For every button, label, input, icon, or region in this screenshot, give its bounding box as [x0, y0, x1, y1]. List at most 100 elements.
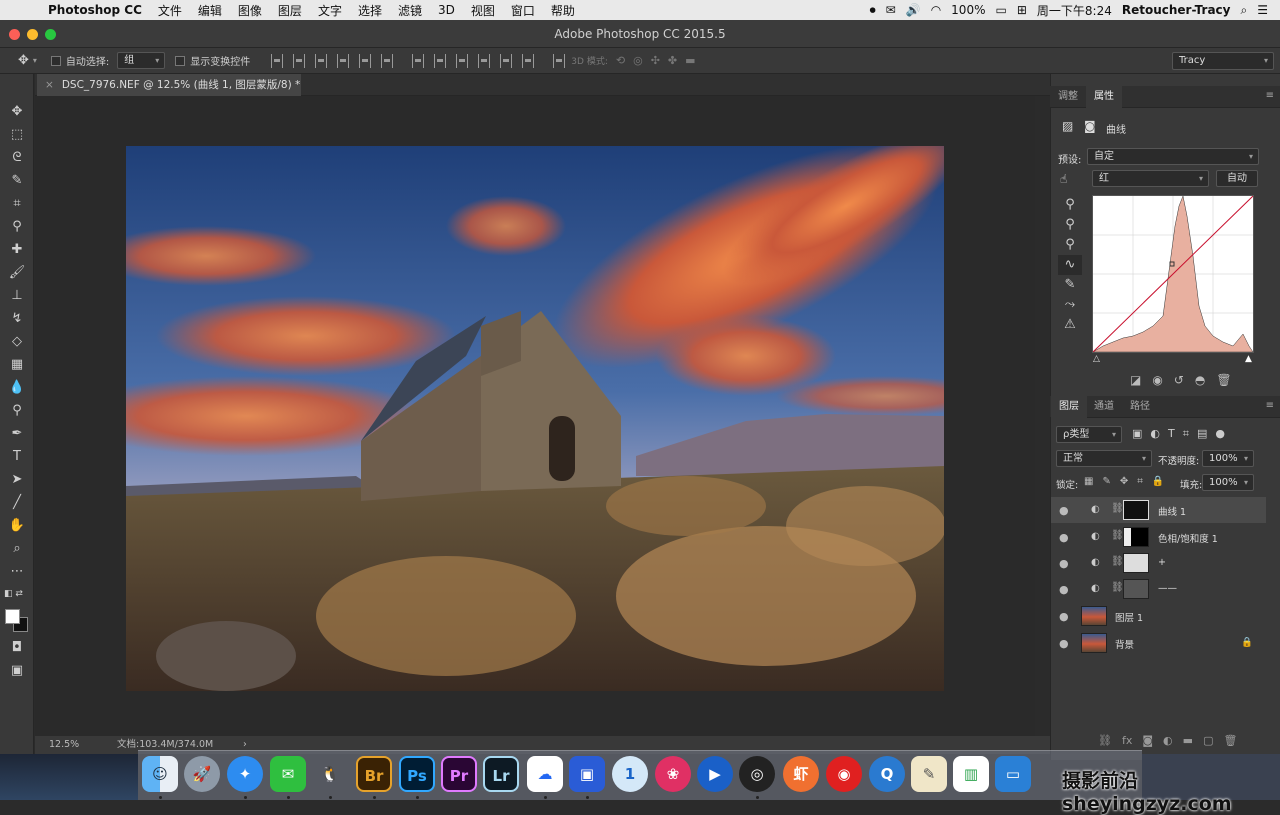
align-vcenter-icon[interactable]	[293, 53, 306, 68]
lock-all-icon[interactable]: 🔒	[1152, 476, 1164, 487]
distribute-bottom-icon[interactable]	[456, 53, 469, 68]
launchpad-icon[interactable]: 🚀	[184, 756, 220, 792]
layer-thumbnail[interactable]	[1081, 606, 1107, 626]
tab-paths[interactable]: 路径	[1130, 396, 1150, 418]
auto-button[interactable]: 自动	[1216, 170, 1258, 187]
menu-window[interactable]: 窗口	[511, 2, 535, 19]
pen-tool-icon[interactable]: ✒	[0, 422, 34, 445]
tab-layers[interactable]: 图层	[1051, 396, 1087, 418]
lock-image-icon[interactable]: ✎	[1102, 476, 1110, 487]
layer-mask-thumbnail[interactable]	[1123, 527, 1149, 547]
delete-adjustment-icon[interactable]: 🗑	[1216, 373, 1231, 387]
safari-icon[interactable]: ✦	[227, 756, 263, 792]
visibility-eye-icon[interactable]: ●	[1059, 610, 1069, 623]
crop-tool-icon[interactable]: ⌗	[0, 192, 34, 215]
align-hcenter-icon[interactable]	[359, 53, 372, 68]
zoom-tool-icon[interactable]: ⌕	[0, 537, 34, 560]
line-tool-icon[interactable]: ╱	[0, 491, 34, 514]
zoom-level[interactable]: 12.5%	[49, 736, 79, 754]
distribute-hcenter-icon[interactable]	[500, 53, 513, 68]
new-adjustment-icon[interactable]: ◐	[1163, 734, 1173, 747]
menu-image[interactable]: 图像	[238, 2, 262, 19]
workspace-dropdown[interactable]: Tracy ▾	[1172, 51, 1274, 70]
sample-gray-point-icon[interactable]: ⚲	[1058, 215, 1082, 235]
smooth-curve-icon[interactable]: ⤳	[1058, 295, 1082, 315]
photoshop-icon[interactable]: Ps	[399, 756, 435, 792]
tab-adjustments[interactable]: 调整	[1058, 86, 1078, 108]
close-tab-icon[interactable]: ×	[45, 79, 54, 91]
baidu-netdisk-icon[interactable]: ☁	[527, 756, 563, 792]
layer-mask-thumbnail[interactable]	[1123, 579, 1149, 599]
input-method-icon[interactable]: ⊞	[1017, 3, 1027, 17]
tab-channels[interactable]: 通道	[1094, 396, 1114, 418]
white-point-slider[interactable]: ▲	[1245, 354, 1252, 364]
tab-properties[interactable]: 属性	[1086, 86, 1122, 108]
color-swatches[interactable]	[0, 606, 33, 636]
edit-toolbar-icon[interactable]: ⋯	[0, 560, 34, 583]
layer-row[interactable]: ● 背景 🔒	[1051, 630, 1266, 656]
curves-histogram[interactable]	[1092, 195, 1254, 353]
filter-type-icon[interactable]: T	[1168, 427, 1175, 441]
default-colors-icon[interactable]: ◧ ⇄	[0, 583, 34, 606]
lock-artboard-icon[interactable]: ⌗	[1137, 476, 1143, 487]
panel-menu-icon[interactable]: ≡	[1266, 400, 1274, 411]
screen-mode-icon[interactable]: ▣	[0, 659, 34, 682]
black-point-slider[interactable]: △	[1093, 354, 1100, 364]
layer-name[interactable]: 图层 1	[1115, 610, 1143, 624]
layer-row[interactable]: ● ◐ ⛓ 曲线 1	[1051, 497, 1266, 523]
auto-align-icon[interactable]	[553, 53, 566, 68]
menu-3d[interactable]: 3D	[438, 3, 455, 17]
menu-help[interactable]: 帮助	[551, 2, 575, 19]
edit-points-curve-icon[interactable]: ∿	[1058, 255, 1082, 275]
distribute-right-icon[interactable]	[522, 53, 535, 68]
notification-center-icon[interactable]: ☰	[1257, 3, 1268, 17]
layer-thumbnail[interactable]	[1081, 633, 1107, 653]
brush-tool-icon[interactable]: 🖌	[0, 261, 34, 284]
distribute-left-icon[interactable]	[478, 53, 491, 68]
finder-icon[interactable]: ☺	[142, 756, 178, 792]
3d-roll-icon[interactable]: ◎	[633, 54, 643, 67]
lock-position-icon[interactable]: ✥	[1120, 476, 1128, 487]
filter-smart-object-icon[interactable]: ▤	[1197, 427, 1207, 441]
layer-name[interactable]: ——	[1158, 583, 1177, 594]
visibility-eye-icon[interactable]: ●	[1059, 504, 1069, 517]
add-mask-icon[interactable]: ◙	[1142, 734, 1153, 747]
qq-icon[interactable]: 🐧	[312, 756, 348, 792]
lightroom-icon[interactable]: Lr	[483, 756, 519, 792]
preset-dropdown[interactable]: 自定 ▾	[1087, 148, 1259, 165]
chevron-down-icon[interactable]: ▾	[33, 56, 37, 65]
history-brush-tool-icon[interactable]: ↯	[0, 307, 34, 330]
clipping-warning-icon[interactable]: ⚠	[1058, 315, 1082, 335]
menu-type[interactable]: 文字	[318, 2, 342, 19]
align-top-icon[interactable]	[271, 53, 284, 68]
wechat-icon[interactable]: ✉	[270, 756, 306, 792]
on-image-adjust-icon[interactable]: ☝	[1060, 172, 1067, 186]
channel-dropdown[interactable]: 红 ▾	[1092, 170, 1209, 187]
visibility-icon[interactable]: ◓	[1195, 373, 1205, 387]
wifi-icon[interactable]: ◠	[931, 3, 941, 17]
mask-link-icon[interactable]: ⛓	[1111, 556, 1124, 567]
menu-layer[interactable]: 图层	[278, 2, 302, 19]
menu-app-name[interactable]: Photoshop CC	[48, 3, 142, 17]
filter-pixel-icon[interactable]: ▣	[1132, 427, 1142, 441]
sample-black-point-icon[interactable]: ⚲	[1058, 195, 1082, 215]
menu-edit[interactable]: 编辑	[198, 2, 222, 19]
mask-link-icon[interactable]: ⛓	[1111, 503, 1124, 514]
delete-layer-icon[interactable]: 🗑	[1223, 734, 1237, 747]
reset-icon[interactable]: ↺	[1174, 373, 1184, 387]
menu-filter[interactable]: 滤镜	[398, 2, 422, 19]
davinci-icon[interactable]: ❀	[655, 756, 691, 792]
show-transform-checkbox[interactable]	[175, 55, 186, 66]
xiami-icon[interactable]: 虾	[783, 756, 819, 792]
layer-row[interactable]: ● ◐ ⛓ 色相/饱和度 1	[1051, 524, 1266, 550]
keynote-icon[interactable]: ▭	[995, 756, 1031, 792]
clone-stamp-tool-icon[interactable]: ⊥	[0, 284, 34, 307]
eraser-tool-icon[interactable]: ◇	[0, 330, 34, 353]
battery-icon[interactable]: ▭	[995, 3, 1006, 17]
layer-mask-thumbnail[interactable]	[1123, 500, 1149, 520]
visibility-eye-icon[interactable]: ●	[1059, 583, 1069, 596]
sample-white-point-icon[interactable]: ⚲	[1058, 235, 1082, 255]
volume-icon[interactable]: 🔊	[906, 3, 921, 17]
type-tool-icon[interactable]: T	[0, 445, 34, 468]
mask-icon[interactable]: ◙	[1084, 119, 1096, 133]
